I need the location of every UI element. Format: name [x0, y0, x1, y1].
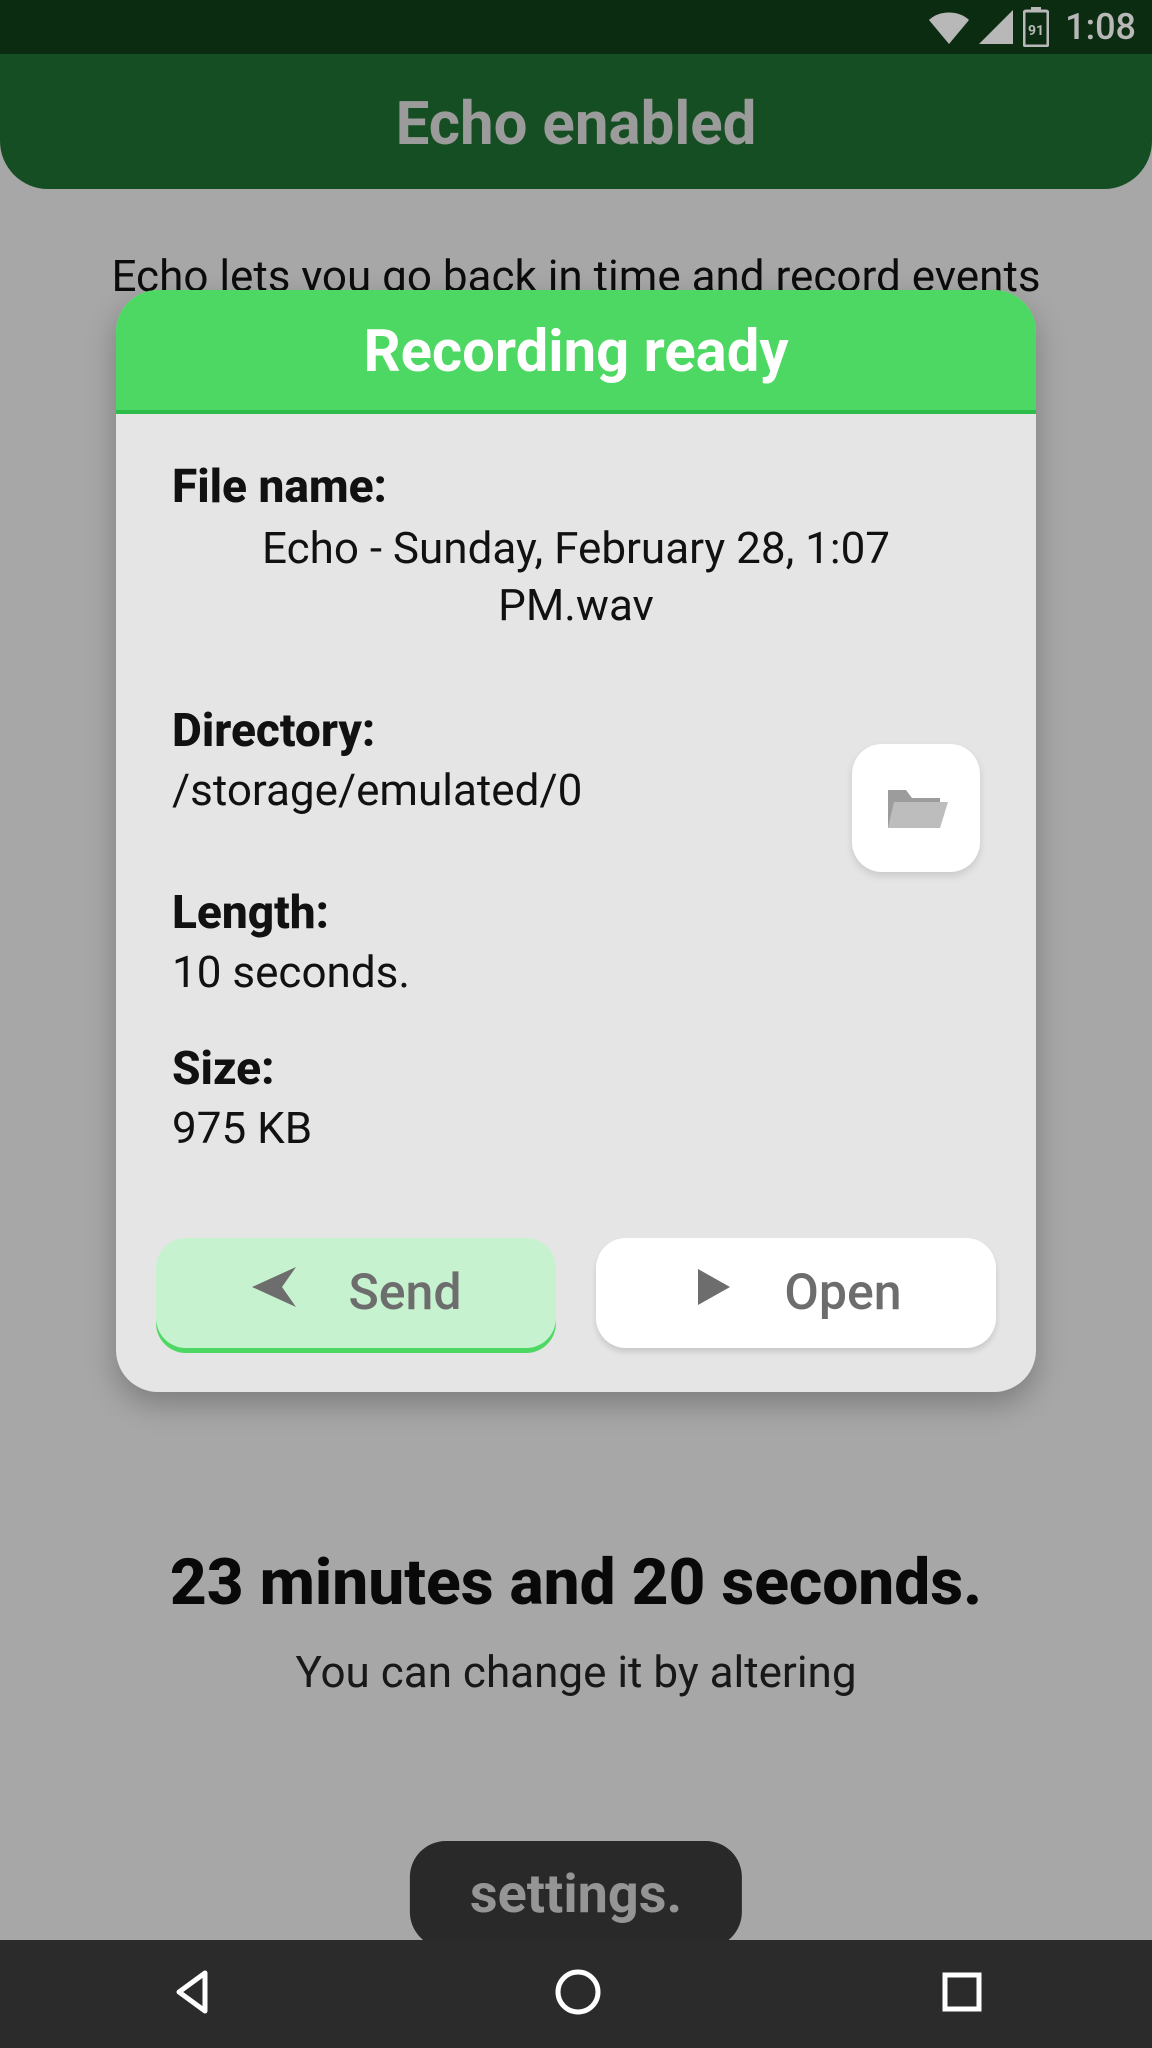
back-icon[interactable]: [167, 1967, 217, 2021]
recording-ready-dialog: Recording ready File name: Echo - Sunday…: [116, 290, 1036, 1392]
send-icon: [250, 1263, 298, 1324]
open-button-label: Open: [784, 1264, 901, 1322]
browse-folder-button[interactable]: [852, 744, 980, 872]
filename-label: File name:: [172, 460, 980, 514]
recent-apps-icon[interactable]: [939, 1969, 985, 2019]
send-button-label: Send: [348, 1264, 461, 1322]
size-value: 975 KB: [172, 1102, 980, 1154]
send-button[interactable]: Send: [156, 1238, 556, 1348]
filename-value: Echo - Sunday, February 28, 1:07 PM.wav: [172, 520, 980, 634]
dialog-title: Recording ready: [126, 318, 1026, 386]
dialog-header: Recording ready: [116, 290, 1036, 414]
directory-label: Directory:: [172, 704, 980, 758]
size-label: Size:: [172, 1042, 980, 1096]
play-icon: [690, 1264, 734, 1322]
nav-bar: [0, 1940, 1152, 2048]
length-value: 10 seconds.: [172, 946, 980, 998]
folder-icon: [884, 780, 948, 836]
home-icon[interactable]: [552, 1966, 604, 2022]
length-label: Length:: [172, 886, 980, 940]
open-button[interactable]: Open: [596, 1238, 996, 1348]
